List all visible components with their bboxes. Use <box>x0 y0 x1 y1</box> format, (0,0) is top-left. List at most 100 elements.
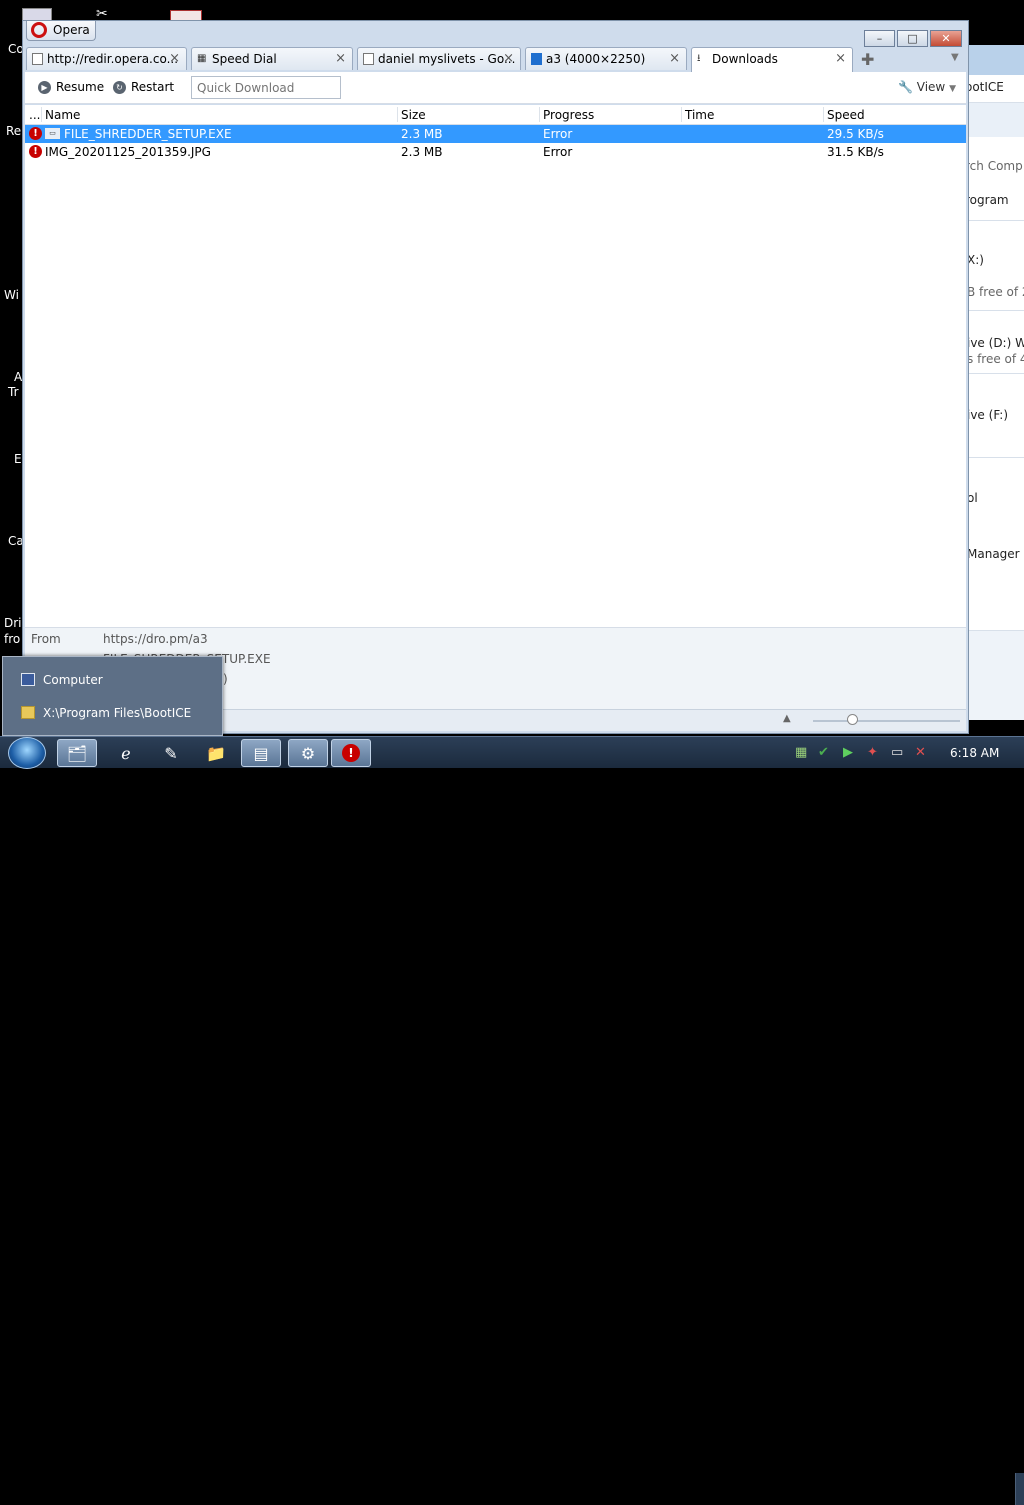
tab-downloads[interactable]: ⭳ Downloads × <box>691 47 853 72</box>
tab-label: daniel myslivets - Go... <box>378 52 516 66</box>
paint-icon[interactable]: ✎ <box>151 739 191 767</box>
resume-button[interactable]: ▶ Resume <box>38 80 104 94</box>
resume-label: Resume <box>56 80 105 94</box>
column-header-name[interactable]: Name <box>45 108 80 122</box>
column-separator[interactable] <box>397 107 398 122</box>
column-header-status[interactable]: ... <box>29 108 40 122</box>
taskbar: 🗂 ℯ ✎ 📁 ▤ ⚙ ! ▦ ✔ ▶ ✦ ▭ ✕ 6:18 AM <box>0 736 1024 1505</box>
error-icon: ! <box>29 145 42 158</box>
download-row[interactable]: ! IMG_20201125_201359.JPG 2.3 MB Error 3… <box>25 143 966 161</box>
column-header-progress[interactable]: Progress <box>543 108 594 122</box>
settings-icon[interactable]: ⚙ <box>288 739 328 767</box>
executable-icon: ▭ <box>45 128 60 139</box>
desktop-label[interactable]: Dri <box>4 616 22 630</box>
tool-icon[interactable]: ✦ <box>867 745 878 760</box>
divider <box>961 457 1024 458</box>
display-icon[interactable]: ▭ <box>891 745 903 760</box>
folder-icon[interactable]: 📁 <box>196 739 236 767</box>
volume-muted-icon[interactable]: ✕ <box>915 745 926 760</box>
tab-menu-icon[interactable]: ▼ <box>951 52 959 63</box>
drive-item[interactable]: ive (D:) WI <box>967 336 1024 350</box>
column-header-speed[interactable]: Speed <box>827 108 865 122</box>
download-speed: 31.5 KB/s <box>827 145 884 159</box>
explorer-icon[interactable]: 🗂 <box>57 739 97 767</box>
tab-label: http://redir.opera.co... <box>47 52 179 66</box>
background-window-details <box>961 631 1024 720</box>
column-header-size[interactable]: Size <box>401 108 426 122</box>
view-menu-button[interactable]: 🔧 View ▼ <box>898 80 956 94</box>
status-up-icon[interactable]: ▲ <box>783 713 791 724</box>
wrench-icon: 🔧 <box>897 80 913 94</box>
divider <box>961 310 1024 311</box>
network-icon[interactable]: ▦ <box>795 745 807 760</box>
drive-detail: B free of 2! <box>967 285 1024 299</box>
desktop-label[interactable]: fro <box>4 632 20 646</box>
column-separator[interactable] <box>681 107 682 122</box>
tab-close-icon[interactable]: × <box>503 48 514 70</box>
download-size: 2.3 MB <box>401 127 443 141</box>
column-header-time[interactable]: Time <box>685 108 714 122</box>
tab-speed-dial[interactable]: ▦ Speed Dial × <box>191 47 353 70</box>
page-icon <box>32 53 43 65</box>
desktop-label[interactable]: E <box>14 452 22 466</box>
maximize-button[interactable]: □ <box>897 30 928 47</box>
play-icon: ▶ <box>38 81 51 94</box>
drive-item[interactable]: ive (F:) <box>967 408 1008 422</box>
opera-window: Opera – □ ✕ http://redir.opera.co... × ▦… <box>22 20 969 734</box>
opera-menu-label: Opera <box>53 23 90 37</box>
new-tab-button[interactable]: ✚ <box>861 50 874 69</box>
background-window-titlebar <box>961 45 1024 75</box>
desktop-label[interactable]: Tr <box>8 385 19 399</box>
start-button[interactable] <box>8 737 46 769</box>
clock[interactable]: 6:18 AM <box>950 746 999 760</box>
tab-google[interactable]: daniel myslivets - Go... × <box>357 47 521 70</box>
quick-download-input[interactable] <box>191 76 341 99</box>
speed-dial-icon: ▦ <box>197 53 207 64</box>
restart-label: Restart <box>131 80 175 94</box>
tab-image[interactable]: a3 (4000×2250) × <box>525 47 687 70</box>
column-separator[interactable] <box>539 107 540 122</box>
from-label: From <box>31 632 61 646</box>
desktop-label[interactable]: Re <box>6 124 21 138</box>
opera-icon <box>31 22 47 38</box>
background-item[interactable]: Manager <box>967 547 1020 561</box>
opera-icon[interactable]: ! <box>331 739 371 767</box>
column-separator[interactable] <box>823 107 824 122</box>
tab-close-icon[interactable]: × <box>669 48 680 70</box>
opera-menu-button[interactable]: Opera <box>26 21 96 41</box>
play-icon[interactable]: ▶ <box>843 745 853 760</box>
background-explorer-window: ootICE rch Comp rogram X:) B free of 2! … <box>960 45 1024 720</box>
view-label: View <box>916 80 946 94</box>
download-speed: 29.5 KB/s <box>827 127 884 141</box>
desktop-label[interactable]: Wi <box>4 288 19 302</box>
download-row[interactable]: ! ▭ FILE_SHREDDER_SETUP.EXE 2.3 MB Error… <box>25 125 966 143</box>
computer-icon <box>21 673 35 686</box>
download-name: FILE_SHREDDER_SETUP.EXE <box>64 127 232 141</box>
jump-item-bootice-folder[interactable]: X:\Program Files\BootICE <box>21 706 191 720</box>
tab-close-icon[interactable]: × <box>335 48 346 70</box>
column-separator[interactable] <box>41 107 42 122</box>
desktop-label[interactable]: A <box>14 370 22 384</box>
zoom-slider-thumb[interactable] <box>847 714 858 725</box>
tab-close-icon[interactable]: × <box>169 48 180 70</box>
downloads-list: ... Name Size Progress Time Speed ! ▭ FI… <box>25 105 966 627</box>
minimize-button[interactable]: – <box>864 30 895 47</box>
background-window-title: ootICE <box>965 80 1004 94</box>
from-value[interactable]: https://dro.pm/a3 <box>103 632 208 646</box>
zoom-slider[interactable] <box>813 720 960 722</box>
restart-button[interactable]: ↻ Restart <box>113 80 174 94</box>
jump-item-computer[interactable]: Computer <box>21 673 103 687</box>
drive-item[interactable]: X:) <box>967 253 984 267</box>
download-name: IMG_20201125_201359.JPG <box>45 145 211 159</box>
jump-list-popup: Computer X:\Program Files\BootICE <box>2 656 223 736</box>
tab-close-icon[interactable]: × <box>835 48 846 70</box>
show-desktop-button[interactable] <box>1015 1473 1024 1505</box>
close-button[interactable]: ✕ <box>930 30 962 47</box>
download-size: 2.3 MB <box>401 145 443 159</box>
security-icon[interactable]: ✔ <box>818 745 829 760</box>
tab-redir[interactable]: http://redir.opera.co... × <box>26 47 187 70</box>
ie-icon[interactable]: ℯ <box>106 739 146 767</box>
column-header-row: ... Name Size Progress Time Speed <box>25 105 966 125</box>
app-icon[interactable]: ▤ <box>241 739 281 767</box>
background-window-toolbar <box>961 103 1024 137</box>
